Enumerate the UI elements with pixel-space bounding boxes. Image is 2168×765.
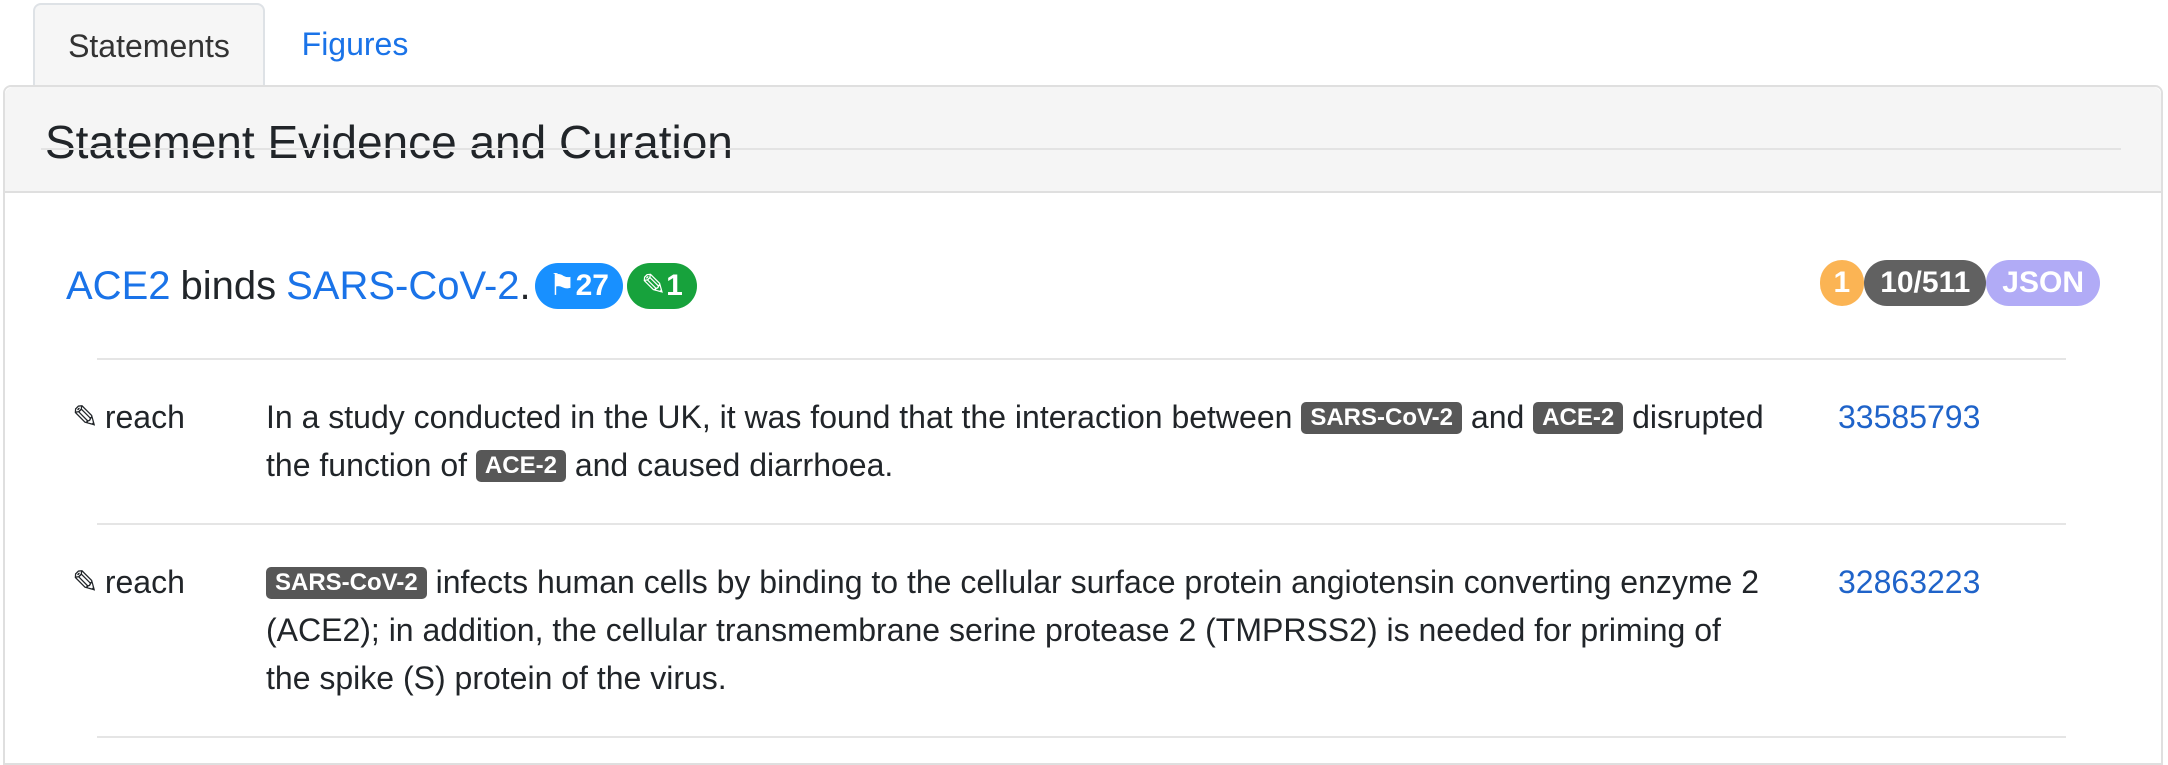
pmid-link[interactable]: 32863223 (1838, 558, 1980, 606)
evidence-text-segment: and (1462, 399, 1534, 435)
evidence-text: SARS-CoV-2 infects human cells by bindin… (266, 558, 1766, 702)
entity-tag: ACE-2 (475, 450, 566, 482)
evidence-text-segment: In a study conducted in the UK, it was f… (266, 399, 1302, 435)
statement-verb: binds (180, 264, 277, 308)
source-label: reach (104, 399, 185, 435)
evidence-text: In a study conducted in the UK, it was f… (266, 393, 1766, 489)
flag-count-badge[interactable]: ⚑27 (534, 263, 623, 309)
row-divider (97, 523, 2066, 525)
card-title: Statement Evidence and Curation (45, 116, 733, 168)
tab-figures[interactable]: Figures (290, 3, 420, 85)
statement-line: ACE2 binds SARS-CoV-2 . ⚑27 ✎1 (66, 258, 697, 314)
entity-tag: SARS-CoV-2 (1301, 402, 1462, 434)
evidence-source: ✎ reach (72, 558, 185, 606)
statement-subject-link[interactable]: ACE2 (66, 258, 171, 314)
statement-period: . (519, 264, 531, 308)
curation-count-badge[interactable]: ✎1 (626, 263, 697, 309)
statement-object-link[interactable]: SARS-CoV-2 (286, 258, 519, 314)
tab-bar: Statements Figures (0, 0, 2168, 88)
entity-tag: SARS-CoV-2 (266, 567, 427, 599)
card-header: Statement Evidence and Curation (5, 87, 2161, 193)
entity-tag: ACE-2 (1533, 402, 1624, 434)
source-count-badge[interactable]: 1 (1819, 260, 1865, 306)
evidence-text-segment: infects human cells by binding to the ce… (266, 564, 1759, 696)
row-divider (97, 358, 2066, 360)
statement-badges: 1 10/511 JSON (1819, 260, 2100, 306)
evidence-text-segment: and caused diarrhoea. (565, 447, 894, 483)
divider (41, 148, 2121, 150)
source-label: reach (104, 564, 185, 600)
pencil-icon[interactable]: ✎ (72, 558, 99, 606)
evidence-count-badge[interactable]: 10/511 (1864, 260, 1987, 306)
json-button[interactable]: JSON (1986, 260, 2100, 306)
evidence-source: ✎ reach (72, 393, 185, 441)
pmid-link[interactable]: 33585793 (1838, 393, 1980, 441)
tab-statements[interactable]: Statements (33, 3, 265, 85)
row-divider (97, 736, 2066, 738)
pencil-icon[interactable]: ✎ (72, 393, 99, 441)
